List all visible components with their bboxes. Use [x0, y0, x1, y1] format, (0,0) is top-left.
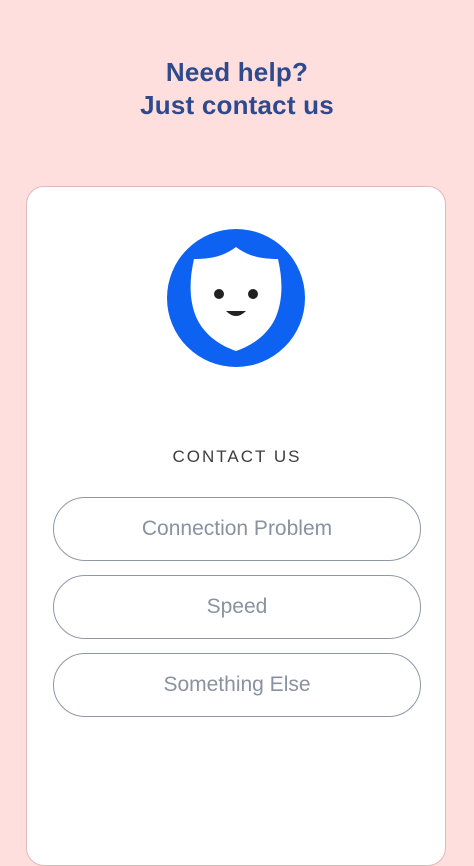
something-else-label: Something Else [163, 673, 311, 696]
speed-button[interactable]: Speed [53, 575, 421, 639]
contact-us-heading: CONTACT US [172, 447, 302, 466]
contact-card: CONTACT US Connection Problem Speed Some… [26, 186, 446, 866]
speed-label: Speed [206, 595, 268, 618]
connection-problem-label: Connection Problem [141, 517, 333, 540]
shield-face-icon [167, 229, 305, 367]
connection-problem-button[interactable]: Connection Problem [53, 497, 421, 561]
page-headline: Need help? Just contact us [0, 56, 474, 122]
headline-line-2: Just contact us [140, 90, 334, 120]
headline-line-1: Need help? [165, 57, 309, 87]
something-else-button[interactable]: Something Else [53, 653, 421, 717]
